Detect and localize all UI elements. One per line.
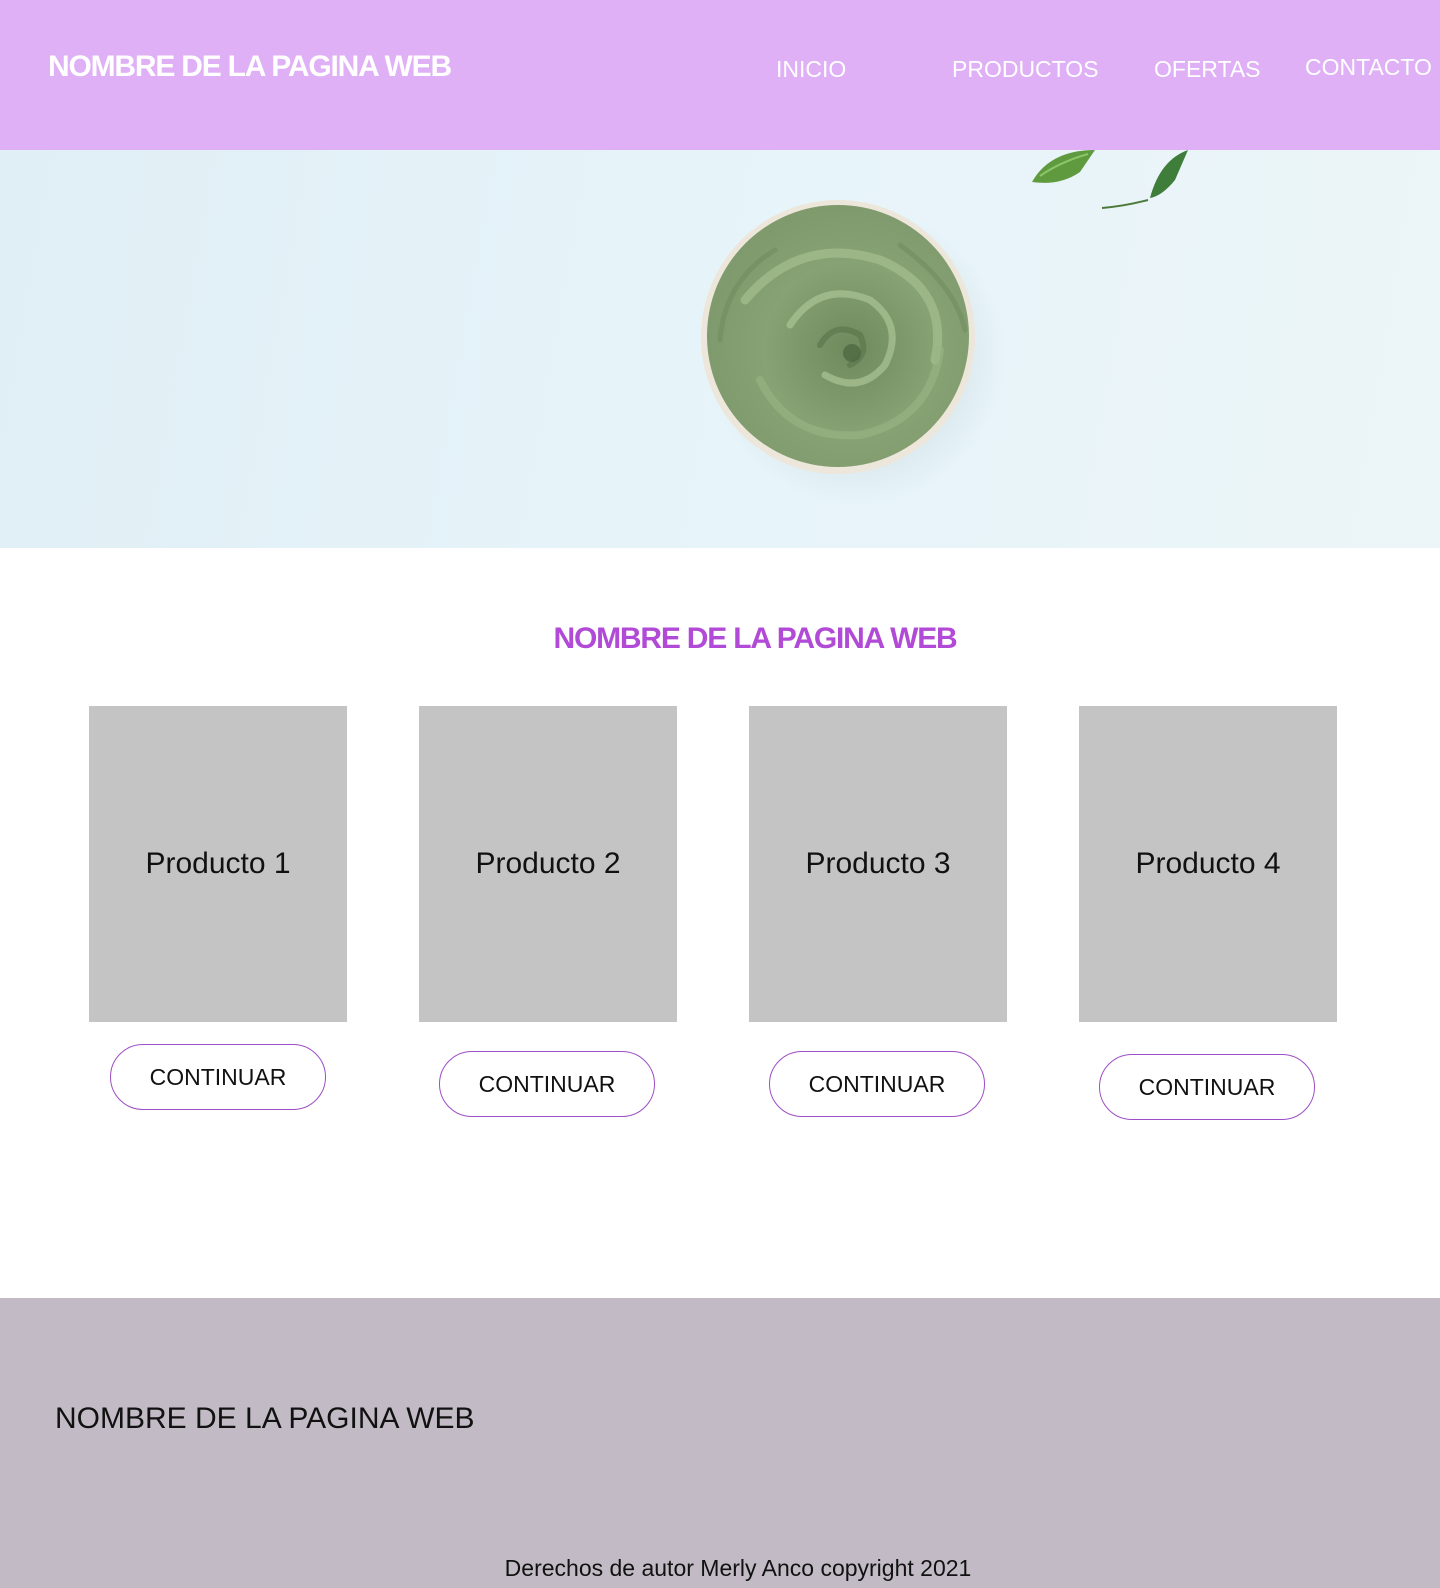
footer-brand: NOMBRE DE LA PAGINA WEB: [55, 1402, 475, 1435]
nav-link-ofertas[interactable]: OFERTAS: [1154, 56, 1261, 83]
hero-banner: [0, 150, 1440, 548]
product-card-3[interactable]: Producto 3: [749, 706, 1007, 1022]
site-brand[interactable]: NOMBRE DE LA PAGINA WEB: [48, 50, 452, 84]
product-card-1[interactable]: Producto 1: [89, 706, 347, 1022]
section-title: NOMBRE DE LA PAGINA WEB: [553, 622, 958, 655]
product-name: Producto 2: [475, 847, 621, 880]
site-footer: NOMBRE DE LA PAGINA WEB Derechos de auto…: [0, 1298, 1440, 1588]
nav-link-productos[interactable]: PRODUCTOS: [952, 56, 1099, 83]
product-name: Producto 3: [805, 847, 951, 880]
continue-button-3[interactable]: CONTINUAR: [769, 1051, 985, 1117]
nav-link-inicio[interactable]: INICIO: [776, 56, 846, 83]
continue-button-1[interactable]: CONTINUAR: [110, 1044, 326, 1110]
nav-link-contacto[interactable]: CONTACTO: [1305, 54, 1432, 81]
copyright-text: Derechos de autor Merly Anco copyright 2…: [504, 1555, 972, 1581]
site-header: NOMBRE DE LA PAGINA WEB INICIO PRODUCTOS…: [0, 0, 1440, 150]
continue-button-2[interactable]: CONTINUAR: [439, 1051, 655, 1117]
product-card-4[interactable]: Producto 4: [1079, 706, 1337, 1022]
continue-button-4[interactable]: CONTINUAR: [1099, 1054, 1315, 1120]
product-card-2[interactable]: Producto 2: [419, 706, 677, 1022]
hero-image: [701, 150, 1188, 506]
product-name: Producto 1: [145, 847, 291, 880]
product-name: Producto 4: [1135, 847, 1281, 880]
